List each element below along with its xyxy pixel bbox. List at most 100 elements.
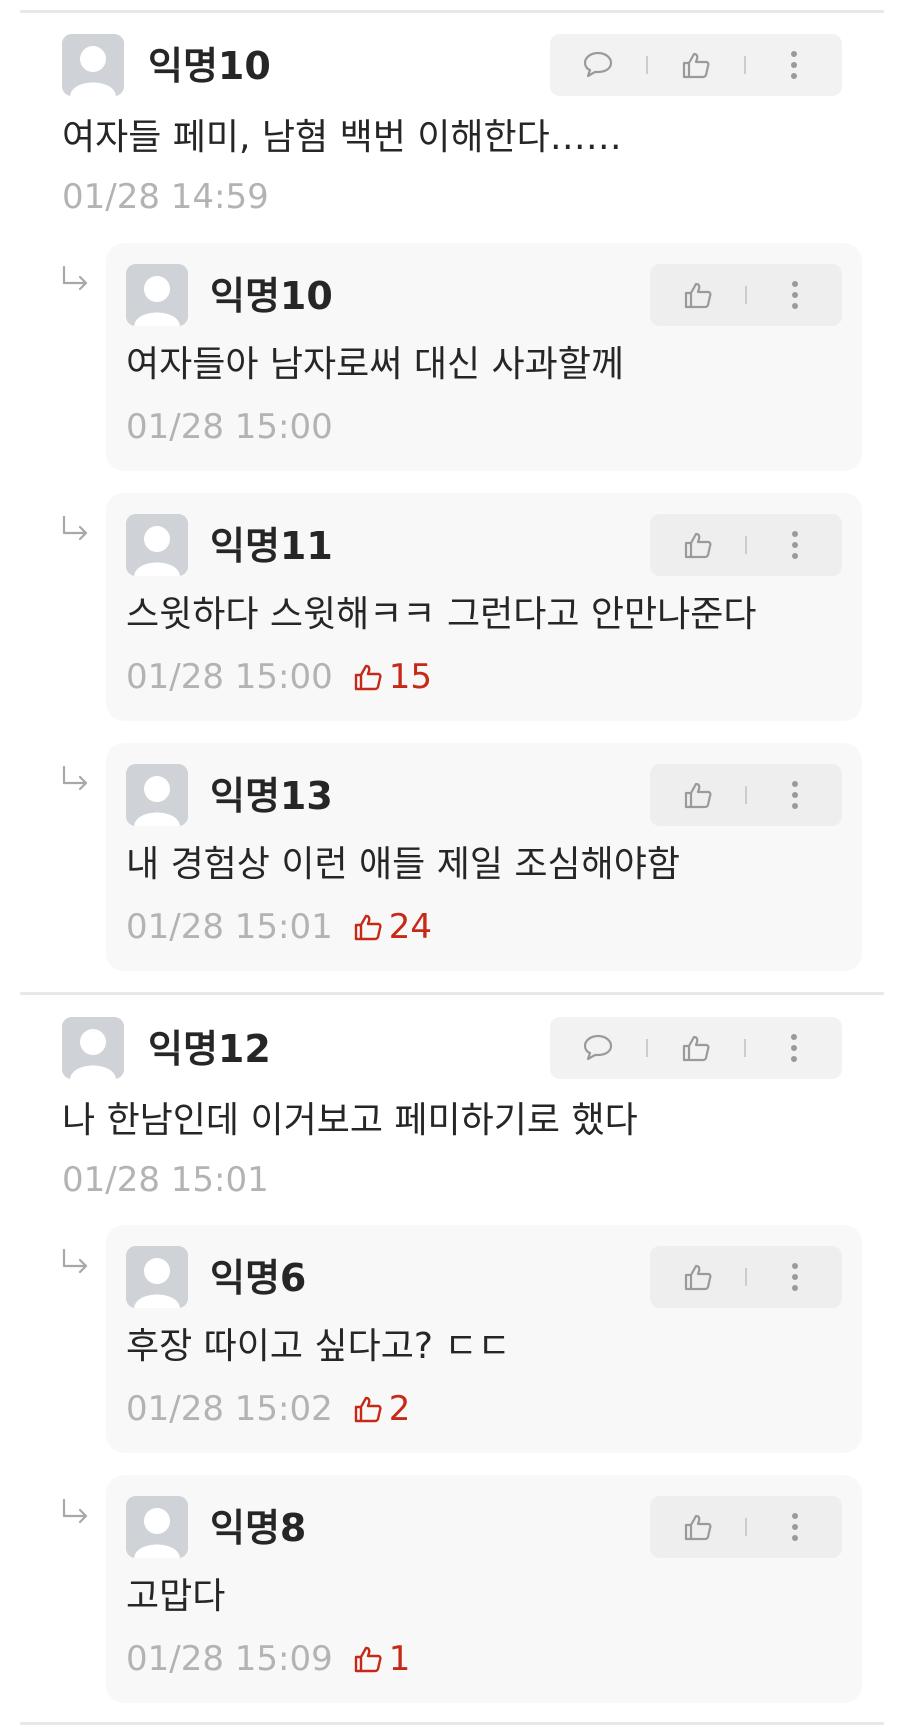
reply-meta: 01/28 15:00 [126, 407, 333, 447]
like-count: 1 [353, 1639, 411, 1679]
reply-arrow-icon [62, 765, 88, 791]
action-separator [646, 56, 648, 74]
thumbs-up-icon [354, 1646, 382, 1673]
like-button[interactable] [676, 1505, 720, 1549]
comment-time: 01/28 14:59 [62, 177, 269, 217]
like-button[interactable] [676, 273, 720, 317]
timestamp: 01/28 15:00 [126, 657, 333, 697]
thumbs-up-icon [354, 1396, 382, 1423]
vertical-dots-icon [791, 51, 797, 79]
avatar [126, 1496, 188, 1558]
like-count-value: 1 [388, 1639, 411, 1679]
more-options-button[interactable] [773, 523, 817, 567]
reply-item: 익명10 여자들아 남자로써 대신 사과할께 01/28 15:00 [106, 243, 862, 471]
avatar [62, 34, 124, 96]
comment-actions [550, 1017, 842, 1079]
timestamp: 01/28 14:59 [62, 177, 269, 217]
timestamp: 01/28 15:00 [126, 407, 333, 447]
speech-bubble-icon [583, 1034, 613, 1061]
anonymous-avatar-icon [126, 514, 188, 576]
like-count: 2 [353, 1389, 411, 1429]
thumbs-up-icon [682, 1035, 710, 1062]
avatar [126, 514, 188, 576]
reply-author: 익명10 [210, 274, 333, 318]
like-button[interactable] [674, 43, 718, 87]
comment-button[interactable] [576, 43, 620, 87]
more-options-button[interactable] [772, 43, 816, 87]
avatar [126, 264, 188, 326]
like-count: 24 [353, 907, 432, 947]
reply-meta: 01/28 15:02 2 [126, 1389, 410, 1429]
reply-item: 익명8 고맙다 01/28 15:09 1 [106, 1475, 862, 1703]
reply-arrow-icon [62, 1248, 88, 1274]
action-separator [744, 1039, 746, 1057]
reply-meta: 01/28 15:09 1 [126, 1639, 410, 1679]
action-separator [745, 1518, 747, 1536]
thumbs-up-icon [684, 782, 711, 809]
comment-actions [550, 34, 842, 96]
action-separator [745, 1268, 747, 1286]
thumbs-up-icon [684, 1264, 711, 1291]
action-separator [745, 536, 747, 554]
reply-arrow-icon [62, 1498, 88, 1524]
vertical-dots-icon [791, 281, 798, 309]
like-button[interactable] [674, 1026, 718, 1070]
anonymous-avatar-icon [126, 1246, 188, 1308]
thumbs-up-icon [684, 532, 711, 559]
reply-meta: 01/28 15:01 24 [126, 907, 432, 947]
reply-item: 익명6 후장 따이고 싶다고? ㄷㄷ 01/28 15:02 2 [106, 1225, 862, 1453]
like-count-value: 2 [388, 1389, 411, 1429]
reply-actions [650, 1246, 842, 1308]
thumbs-up-icon [354, 914, 382, 941]
comment: 익명12 나 한남인데 이거보고 페미하기로 했다 01/28 15:01 [0, 1017, 904, 1217]
action-separator [646, 1039, 648, 1057]
like-button[interactable] [676, 773, 720, 817]
reply-text: 고맙다 [126, 1576, 226, 1617]
comment-time: 01/28 15:01 [62, 1160, 269, 1200]
reply-author: 익명13 [210, 774, 333, 818]
avatar [126, 1246, 188, 1308]
reply-actions [650, 1496, 842, 1558]
thumbs-up-icon [682, 52, 710, 79]
like-button[interactable] [676, 1255, 720, 1299]
comment-text: 여자들 페미, 남혐 백번 이해한다…… [62, 117, 622, 158]
reply-text: 후장 따이고 싶다고? ㄷㄷ [126, 1326, 511, 1367]
comment-author: 익명10 [148, 44, 271, 88]
vertical-dots-icon [791, 1034, 797, 1062]
action-separator [745, 786, 747, 804]
more-options-button[interactable] [773, 1505, 817, 1549]
thread-divider [20, 1722, 884, 1725]
thumbs-up-icon [684, 1514, 711, 1541]
reply-arrow-icon [62, 515, 88, 541]
anonymous-avatar-icon [62, 1017, 124, 1079]
comment-button[interactable] [576, 1026, 620, 1070]
anonymous-avatar-icon [62, 34, 124, 96]
reply-actions [650, 764, 842, 826]
vertical-dots-icon [791, 1513, 798, 1541]
like-count-value: 24 [388, 907, 433, 947]
reply-text: 내 경험상 이런 애들 제일 조심해야함 [126, 844, 681, 885]
action-separator [744, 56, 746, 74]
reply-author: 익명11 [210, 524, 333, 568]
vertical-dots-icon [791, 781, 798, 809]
comment: 익명10 여자들 페미, 남혐 백번 이해한다…… 01/28 14:59 [0, 34, 904, 234]
like-button[interactable] [676, 523, 720, 567]
anonymous-avatar-icon [126, 1496, 188, 1558]
avatar [126, 764, 188, 826]
reply-item: 익명11 스윗하다 스윗해ㅋㅋ 그런다고 안만나준다 01/28 15:00 1… [106, 493, 862, 721]
more-options-button[interactable] [773, 773, 817, 817]
reply-text: 스윗하다 스윗해ㅋㅋ 그런다고 안만나준다 [126, 594, 757, 635]
thread-divider [20, 10, 884, 13]
thumbs-up-icon [684, 282, 711, 309]
more-options-button[interactable] [773, 1255, 817, 1299]
like-count-value: 15 [388, 657, 433, 697]
reply-meta: 01/28 15:00 15 [126, 657, 432, 697]
anonymous-avatar-icon [126, 264, 188, 326]
reply-item: 익명13 내 경험상 이런 애들 제일 조심해야함 01/28 15:01 24 [106, 743, 862, 971]
comment-text: 나 한남인데 이거보고 페미하기로 했다 [62, 1100, 638, 1141]
more-options-button[interactable] [773, 273, 817, 317]
reply-author: 익명8 [210, 1506, 307, 1550]
more-options-button[interactable] [772, 1026, 816, 1070]
timestamp: 01/28 15:01 [126, 907, 333, 947]
reply-author: 익명6 [210, 1256, 307, 1300]
